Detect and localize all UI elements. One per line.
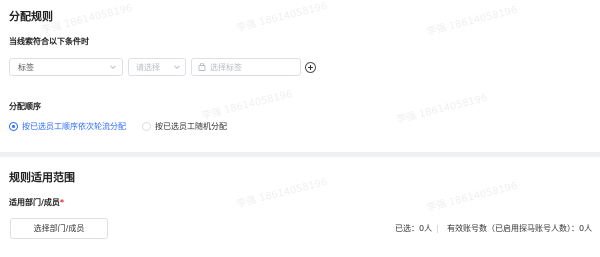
watermark: 李强 18614058196 bbox=[425, 4, 519, 39]
field-select[interactable]: 标签 bbox=[9, 58, 123, 76]
order-option-random-radio[interactable] bbox=[142, 122, 151, 131]
valid-accounts-count: 有效账号数（已启用探马账号人数）：0人 bbox=[447, 224, 593, 233]
watermark: 李强 18614058196 bbox=[40, 2, 134, 37]
watermark: 李强 18614058196 bbox=[425, 180, 519, 215]
dept-label-text: 适用部门/成员 bbox=[9, 198, 60, 207]
radio-dot bbox=[12, 125, 15, 128]
operator-select[interactable]: 请选择 bbox=[128, 58, 186, 76]
select-dept-member-button[interactable]: 选择部门/成员 bbox=[10, 218, 108, 239]
selected-count: 已选：0人 bbox=[395, 224, 433, 233]
required-mark: * bbox=[59, 198, 65, 207]
watermark: 李强 18614058196 bbox=[200, 88, 294, 123]
watermark: 李强 18614058196 bbox=[395, 92, 489, 127]
operator-select-placeholder: 请选择 bbox=[136, 63, 160, 72]
order-label: 分配顺序 bbox=[9, 102, 41, 111]
tag-icon bbox=[198, 63, 206, 71]
watermark: 李强 18614058196 bbox=[235, 0, 329, 35]
scope-title: 规则适用范围 bbox=[9, 171, 75, 184]
chevron-down-icon bbox=[174, 65, 180, 70]
condition-label: 当线索符合以下条件时 bbox=[9, 37, 89, 46]
order-option-sequential-label[interactable]: 按已选员工顺序依次轮流分配 bbox=[22, 121, 126, 132]
section-divider bbox=[0, 152, 600, 157]
watermark: 李强 18614058196 bbox=[235, 176, 329, 211]
allocation-rules-title: 分配规则 bbox=[9, 10, 53, 23]
plus-circle-icon[interactable] bbox=[305, 62, 316, 73]
chevron-down-icon bbox=[110, 65, 116, 70]
dept-label: 适用部门/成员* bbox=[9, 197, 64, 208]
tag-select-placeholder: 选择标签 bbox=[210, 63, 242, 72]
order-option-sequential-radio[interactable] bbox=[9, 122, 18, 131]
field-select-value: 标签 bbox=[18, 63, 34, 72]
stat-separator: | bbox=[436, 224, 439, 233]
order-option-random-label[interactable]: 按已选员工随机分配 bbox=[155, 121, 227, 132]
tag-select[interactable]: 选择标签 bbox=[191, 58, 301, 76]
